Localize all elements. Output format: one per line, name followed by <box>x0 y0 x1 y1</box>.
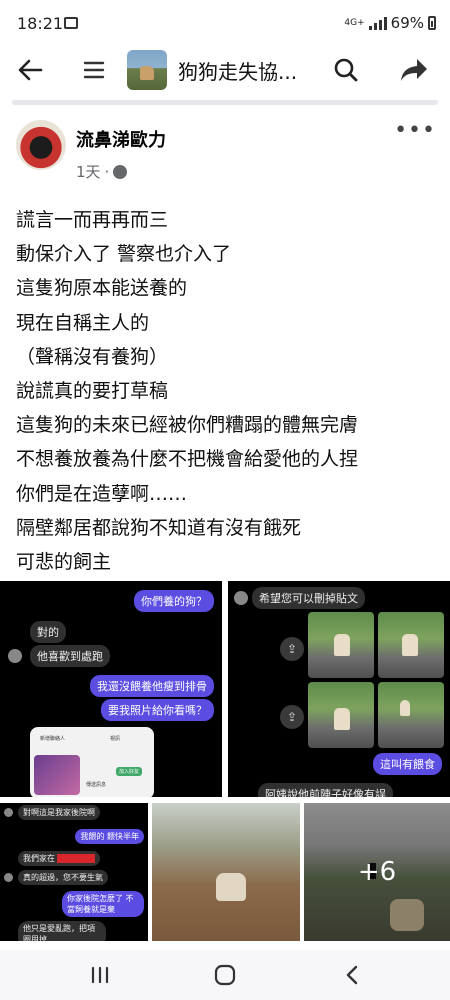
post-line: 這隻狗的未來已經被你們糟蹋的體無完膚 <box>16 414 359 437</box>
post-text: 謊言一而再再而三 動保介入了 警察也介入了 這隻狗原本能送養的 現在自稱主人的 … <box>16 203 436 579</box>
signal-icon <box>368 16 387 30</box>
group-thumbnail[interactable] <box>127 50 167 90</box>
phone-label: 傳送訊息 <box>86 782 107 788</box>
chat-bubble: 對的 <box>30 621 66 643</box>
status-time: 18:21 <box>17 14 64 33</box>
dog-photo[interactable] <box>308 612 374 678</box>
network-type: 4G+ <box>344 18 365 28</box>
header-divider <box>12 100 438 105</box>
dog-photo[interactable] <box>378 682 444 748</box>
author-name[interactable]: 流鼻涕歐力 <box>76 126 166 152</box>
chat-bubble: 希望您可以刪掉貼文 <box>252 587 365 609</box>
chat-screenshot-1[interactable]: 你們養的狗？ 對的 他喜歡到處跑 我還沒餵養他瘦到排骨 要我照片給你看嗎？ 新增… <box>0 581 222 797</box>
chat-bubble: 我們家在 <box>18 851 100 866</box>
chat-bubble: 我還沒餵養他瘦到排骨 <box>90 675 214 697</box>
chat-bubble: 阿姨說他前陣子好像有誤 <box>258 783 393 797</box>
author-avatar[interactable] <box>16 120 66 170</box>
chat-bubble: 我餵的 餵快半年 <box>75 829 144 844</box>
gallery-notification-icon <box>64 17 78 29</box>
chat-avatar <box>234 591 248 605</box>
dog-photo-outdoor[interactable] <box>152 803 300 941</box>
post-time[interactable]: 1天 <box>76 161 101 182</box>
chat-bubble: 真的超過，您不要生氣 <box>18 870 108 885</box>
dog-figure <box>216 873 246 901</box>
chat-screenshot-3[interactable]: 對啊這是我家後院啊 我餵的 餵快半年 我們家在 真的超過，您不要生氣 你家後院怎… <box>0 803 148 941</box>
dog-photo-more[interactable]: +6 <box>304 803 450 941</box>
post-line: （聲稱沒有養狗） <box>16 345 169 368</box>
chat-bubble: 要我照片給你看嗎？ <box>101 699 214 721</box>
chat-bubble: 你家後院怎麼了 不當飼養就是棄 <box>62 891 144 917</box>
chat-bubble: 你們養的狗？ <box>134 590 214 612</box>
status-right: 4G+ 69% <box>344 14 436 32</box>
chat-bubble: 這叫有餵食 <box>373 753 442 775</box>
menu-icon[interactable] <box>78 54 110 86</box>
phone-image <box>34 755 80 795</box>
phone-label: 新增聯絡人 <box>40 736 66 742</box>
android-nav-bar <box>0 950 450 1000</box>
chat-avatar <box>8 649 22 663</box>
post-line: 說謊真的要打草稿 <box>16 380 169 403</box>
phone-label: 加入好友 <box>116 767 143 776</box>
post-line: 隔壁鄰居都說狗不知道有沒有餓死 <box>16 516 302 539</box>
more-options-icon[interactable]: ••• <box>394 118 436 143</box>
post-line: 這隻狗原本能送養的 <box>16 277 188 300</box>
chat-bubble: 他只是愛亂跑，把項圈甩掉 <box>18 921 106 941</box>
back-nav-icon[interactable] <box>332 960 372 990</box>
post-meta: 1天 · <box>76 161 128 182</box>
phone-screenshot: 新增聯絡人 視訊 加入好友 傳送訊息 <box>30 727 154 797</box>
more-photos-overlay[interactable]: +6 <box>304 803 450 941</box>
recent-apps-icon[interactable] <box>80 960 120 990</box>
media-grid: 你們養的狗？ 對的 他喜歡到處跑 我還沒餵養他瘦到排骨 要我照片給你看嗎？ 新增… <box>0 581 450 941</box>
chat-avatar <box>4 808 13 817</box>
chat-bubble: 對啊這是我家後院啊 <box>18 805 100 820</box>
more-photos-count: +6 <box>357 857 397 887</box>
dog-figure <box>140 66 154 80</box>
share-arrow-icon[interactable] <box>398 54 430 86</box>
post-line: 可悲的飼主 <box>16 551 112 574</box>
post-line: 動保介入了 警察也介入了 <box>16 243 232 266</box>
post-line: 不想養放養為什麼不把機會給愛他的人捏 <box>16 448 359 471</box>
forward-icon[interactable]: ⇪ <box>280 705 304 729</box>
dog-photo[interactable] <box>308 682 374 748</box>
status-bar: 18:21 4G+ 69% <box>0 0 450 48</box>
group-title[interactable]: 狗狗走失協... <box>178 56 297 85</box>
post-line: 你們是在造孽啊…… <box>16 482 188 505</box>
public-globe-icon <box>113 164 128 179</box>
dog-photo[interactable] <box>378 612 444 678</box>
chat-screenshot-2[interactable]: 希望您可以刪掉貼文 ⇪ ⇪ 這叫有餵食 阿姨說他前陣子好像有誤 <box>228 581 450 797</box>
chat-avatar <box>4 873 13 882</box>
post-line: 現在自稱主人的 <box>16 311 150 334</box>
phone-label: 視訊 <box>110 736 121 742</box>
back-arrow-icon[interactable] <box>14 54 46 86</box>
search-icon[interactable] <box>330 54 362 86</box>
home-icon[interactable] <box>205 960 245 990</box>
battery-percent: 69% <box>390 14 424 32</box>
forward-icon[interactable]: ⇪ <box>280 637 304 661</box>
chat-bubble: 他喜歡到處跑 <box>30 645 110 667</box>
battery-icon <box>428 16 436 30</box>
post-line: 謊言一而再再而三 <box>16 209 169 231</box>
